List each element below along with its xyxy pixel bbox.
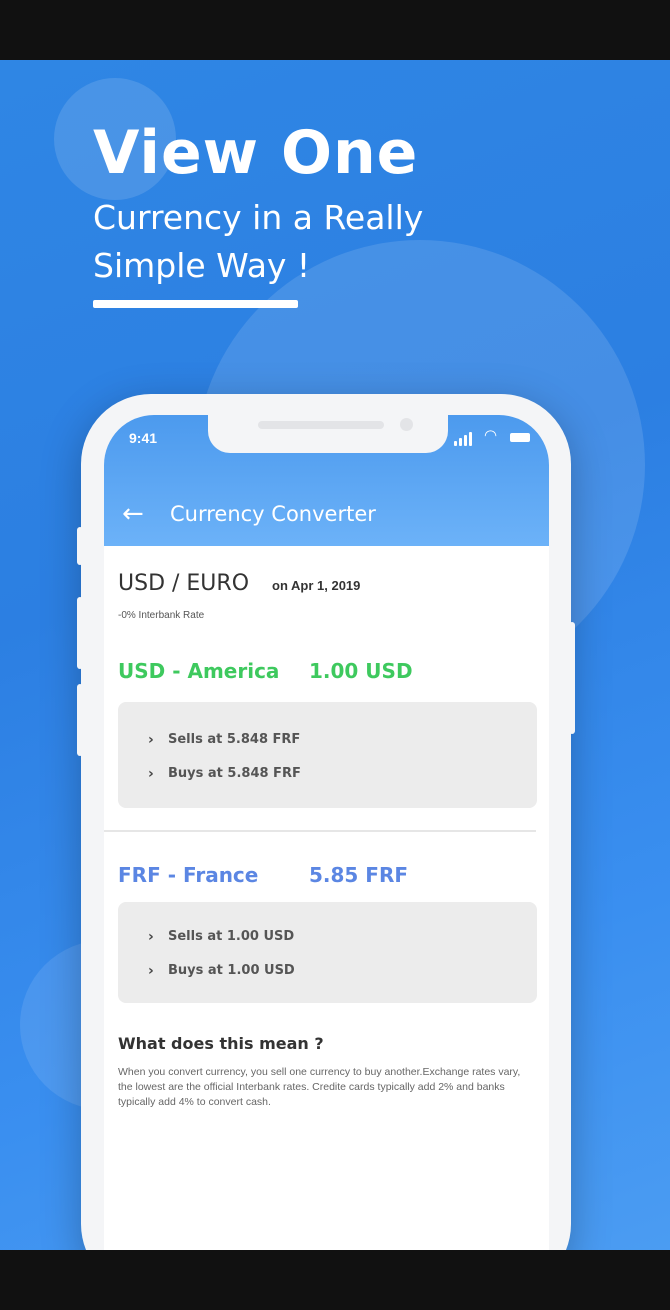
phone-frame: 9:41 ◠ ← Currency Converter USD / EURO o… — [77, 394, 575, 1250]
promo-subline: Currency in a Really Simple Way ! — [93, 198, 424, 285]
phone-side-button — [77, 597, 83, 669]
speaker-grille — [258, 421, 384, 429]
currency-name-usd: USD - America — [118, 659, 280, 683]
buy-rate-label: Buys at 1.00 USD — [168, 963, 295, 978]
chevron-right-icon: › — [148, 963, 154, 979]
chevron-right-icon: › — [148, 766, 154, 782]
chevron-right-icon: › — [148, 732, 154, 748]
promo-background: View One Currency in a Really Simple Way… — [0, 60, 670, 1250]
sell-rate-label: Sells at 1.00 USD — [168, 929, 295, 944]
status-time: 9:41 — [129, 430, 158, 446]
phone-side-button — [569, 622, 575, 734]
buy-rate-label: Buys at 5.848 FRF — [168, 766, 301, 781]
phone-side-button — [77, 684, 83, 756]
currency-name-frf: FRF - France — [118, 863, 259, 887]
battery-icon — [510, 433, 530, 442]
phone-notch — [208, 415, 448, 453]
status-icons: ◠ — [454, 427, 536, 446]
bottom-black-bar — [0, 1250, 670, 1310]
rate-box-usd: › Sells at 5.848 FRF › Buys at 5.848 FRF — [118, 702, 537, 808]
wifi-icon: ◠ — [484, 427, 498, 444]
rate-box-frf: › Sells at 1.00 USD › Buys at 1.00 USD — [118, 902, 537, 1003]
interbank-rate-note: -0% Interbank Rate — [118, 610, 205, 621]
currency-amount-usd: 1.00 USD — [309, 659, 413, 683]
promo-underline — [93, 300, 298, 308]
phone-side-button — [77, 527, 83, 565]
app-header: 9:41 ◠ ← Currency Converter — [104, 415, 549, 546]
explanation-title: What does this mean ? — [118, 1034, 324, 1053]
back-arrow-icon[interactable]: ← — [122, 501, 144, 527]
sell-rate-label: Sells at 5.848 FRF — [168, 732, 301, 747]
front-camera — [400, 418, 413, 431]
currency-amount-frf: 5.85 FRF — [309, 863, 409, 887]
explanation-body: When you convert currency, you sell one … — [118, 1066, 521, 1108]
promo-headline: View One — [93, 118, 419, 188]
top-black-bar — [0, 0, 670, 60]
currency-pair-title: USD / EURO — [118, 571, 250, 596]
app-title: Currency Converter — [170, 502, 376, 526]
section-divider — [104, 830, 536, 832]
chevron-right-icon: › — [148, 929, 154, 945]
conversion-date: on Apr 1, 2019 — [272, 578, 361, 593]
phone-screen: 9:41 ◠ ← Currency Converter USD / EURO o… — [104, 415, 549, 1250]
